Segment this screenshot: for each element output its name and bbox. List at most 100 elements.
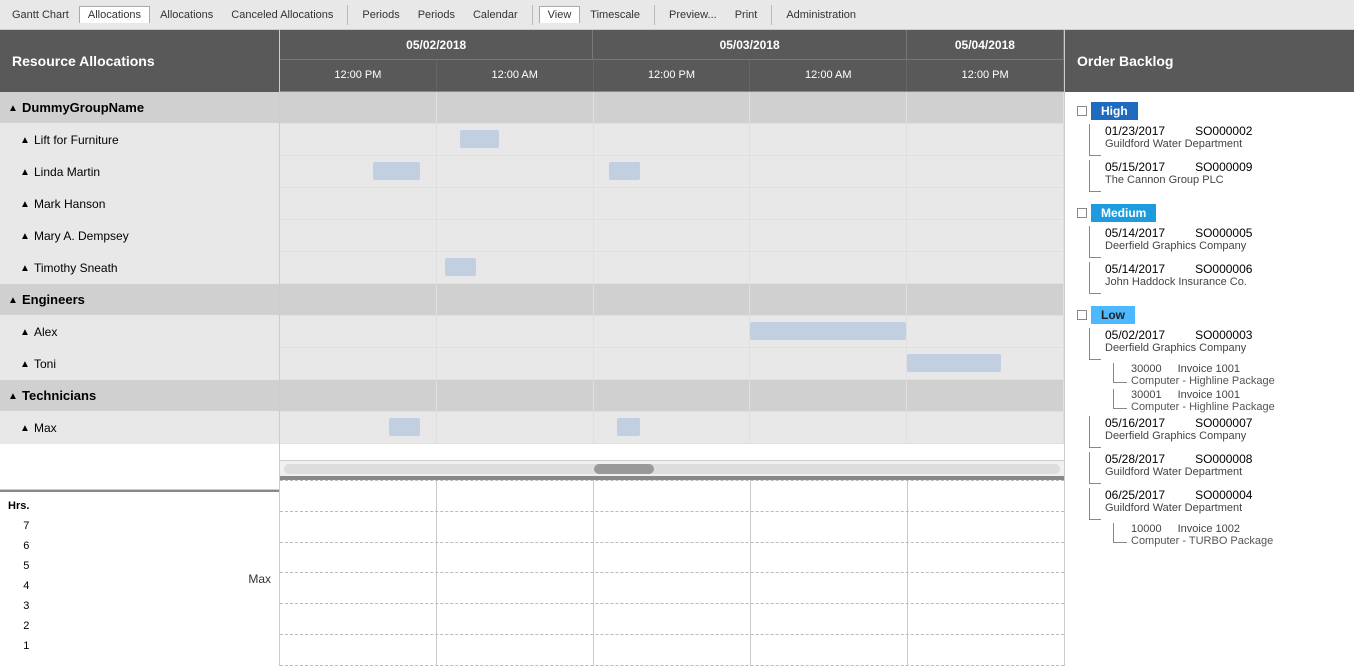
order-row-so000005[interactable]: 05/14/2017 SO000005 Deerfield Graphics C… xyxy=(1089,224,1346,260)
order-so: SO000004 xyxy=(1195,488,1252,502)
gantt-cell xyxy=(437,124,594,155)
gantt-area: 05/02/2018 05/03/2018 05/04/2018 12:00 P… xyxy=(280,30,1064,666)
tree-item-label: Lift for Furniture xyxy=(34,133,119,147)
order-so: SO000008 xyxy=(1195,452,1252,466)
view-btn[interactable]: View xyxy=(539,6,581,23)
gantt-cell xyxy=(907,412,1064,443)
gantt-cell xyxy=(594,220,751,251)
item-expand-icon: ▲ xyxy=(20,167,30,177)
bottom-gantt-inner xyxy=(280,480,1064,666)
chart-left-panel: Hrs. 7 6 5 4 3 2 1 Max xyxy=(0,492,279,666)
collapse-icon: ▲ xyxy=(8,295,18,305)
gantt-cell xyxy=(437,220,594,251)
gantt-cell xyxy=(907,284,1064,315)
order-row-so000004[interactable]: 06/25/2017 SO000004 Guildford Water Depa… xyxy=(1089,486,1346,522)
order-row-so000009[interactable]: 05/15/2017 SO000009 The Cannon Group PLC xyxy=(1089,158,1346,194)
preview-btn[interactable]: Preview... xyxy=(661,7,725,23)
order-so: SO000006 xyxy=(1195,262,1252,276)
order-row-so000007[interactable]: 05/16/2017 SO000007 Deerfield Graphics C… xyxy=(1089,414,1346,450)
gantt-row-mark-hanson xyxy=(280,188,1064,220)
group-label: Technicians xyxy=(22,388,96,403)
tree-item-mark-hanson[interactable]: ▲ Mark Hanson xyxy=(0,188,279,220)
order-row-so000008[interactable]: 05/28/2017 SO000008 Guildford Water Depa… xyxy=(1089,450,1346,486)
order-info: 01/23/2017 SO000002 Guildford Water Depa… xyxy=(1105,124,1252,150)
gantt-cell xyxy=(750,284,907,315)
resource-tree[interactable]: ▲ DummyGroupName ▲ Lift for Furniture ▲ … xyxy=(0,92,279,490)
gantt-time-0: 12:00 PM xyxy=(280,60,437,90)
gantt-cell xyxy=(594,188,751,219)
canceled-allocations-btn[interactable]: Canceled Allocations xyxy=(223,7,341,23)
y-axis-3: 3 xyxy=(23,596,29,616)
sub-item-30001: 30001 Invoice 1001 Computer - Highline P… xyxy=(1113,388,1346,414)
timescale-btn[interactable]: Timescale xyxy=(582,7,648,23)
backlog-content[interactable]: High 01/23/2017 SO000002 Guildford Water… xyxy=(1065,92,1354,666)
order-info: 05/28/2017 SO000008 Guildford Water Depa… xyxy=(1105,452,1252,478)
gantt-cell xyxy=(907,124,1064,155)
item-expand-icon: ▲ xyxy=(20,263,30,273)
sub-id: 10000 xyxy=(1131,523,1162,535)
tree-item-toni[interactable]: ▲ Toni xyxy=(0,348,279,380)
tree-item-alex[interactable]: ▲ Alex xyxy=(0,316,279,348)
gantt-cell xyxy=(750,92,907,123)
sub-desc: Computer - Highline Package xyxy=(1131,401,1275,413)
collapse-box-low[interactable] xyxy=(1077,310,1087,320)
order-so: SO000007 xyxy=(1195,416,1252,430)
gantt-time-4: 12:00 PM xyxy=(907,60,1064,90)
order-company: The Cannon Group PLC xyxy=(1105,174,1252,186)
group-technicians[interactable]: ▲ Technicians xyxy=(0,380,279,412)
group-dummygroupname[interactable]: ▲ DummyGroupName xyxy=(0,92,279,124)
gantt-chart-btn[interactable]: Gantt Chart xyxy=(4,7,77,23)
separator-3 xyxy=(654,5,655,25)
priority-medium-row: Medium xyxy=(1073,202,1346,224)
sub-invoice: Invoice 1001 xyxy=(1178,363,1240,375)
gantt-cell xyxy=(437,412,594,443)
tree-item-timothy-sneath[interactable]: ▲ Timothy Sneath xyxy=(0,252,279,284)
y-axis-7: 7 xyxy=(23,516,29,536)
tree-item-lift-for-furniture[interactable]: ▲ Lift for Furniture xyxy=(0,124,279,156)
allocations-btn-1[interactable]: Allocations xyxy=(79,6,150,23)
order-so: SO000003 xyxy=(1195,328,1252,342)
resource-allocations-header: Resource Allocations xyxy=(0,30,279,92)
gantt-cell xyxy=(594,92,751,123)
calendar-btn[interactable]: Calendar xyxy=(465,7,526,23)
collapse-box-medium[interactable] xyxy=(1077,208,1087,218)
gantt-dates-row: 05/02/2018 05/03/2018 05/04/2018 xyxy=(280,30,1064,60)
sub-item-info: 30000 Invoice 1001 Computer - Highline P… xyxy=(1131,363,1275,387)
print-btn[interactable]: Print xyxy=(727,7,766,23)
periods-btn-1[interactable]: Periods xyxy=(354,7,407,23)
gantt-hscrollbar-thumb[interactable] xyxy=(594,464,654,474)
tree-item-label: Max xyxy=(34,421,57,435)
order-row-so000006[interactable]: 05/14/2017 SO000006 John Haddock Insuran… xyxy=(1089,260,1346,296)
sub-item-30000: 30000 Invoice 1001 Computer - Highline P… xyxy=(1113,362,1346,388)
gantt-cell xyxy=(750,124,907,155)
tree-item-linda-martin[interactable]: ▲ Linda Martin xyxy=(0,156,279,188)
periods-btn-2[interactable]: Periods xyxy=(410,7,463,23)
chart-name: Max xyxy=(248,572,271,586)
gantt-cell xyxy=(280,220,437,251)
order-company: Deerfield Graphics Company xyxy=(1105,240,1252,252)
gantt-cell xyxy=(907,220,1064,251)
tree-item-max[interactable]: ▲ Max xyxy=(0,412,279,444)
priority-medium-badge: Medium xyxy=(1091,204,1156,222)
order-date: 05/16/2017 xyxy=(1105,416,1165,430)
administration-btn[interactable]: Administration xyxy=(778,7,864,23)
gantt-cell xyxy=(750,252,907,283)
collapse-box-high[interactable] xyxy=(1077,106,1087,116)
gantt-cell xyxy=(437,348,594,379)
gantt-rows[interactable] xyxy=(280,92,1064,460)
order-info: 05/02/2017 SO000003 Deerfield Graphics C… xyxy=(1105,328,1252,354)
tree-item-label: Alex xyxy=(34,325,57,339)
allocations-btn-2[interactable]: Allocations xyxy=(152,7,221,23)
group-engineers[interactable]: ▲ Engineers xyxy=(0,284,279,316)
left-panel: Resource Allocations ▲ DummyGroupName ▲ … xyxy=(0,30,280,666)
gantt-cell xyxy=(594,348,751,379)
gantt-cell xyxy=(280,124,437,155)
gantt-cell xyxy=(750,188,907,219)
order-row-so000003[interactable]: 05/02/2017 SO000003 Deerfield Graphics C… xyxy=(1089,326,1346,362)
order-row-so000002[interactable]: 01/23/2017 SO000002 Guildford Water Depa… xyxy=(1089,122,1346,158)
order-info: 06/25/2017 SO000004 Guildford Water Depa… xyxy=(1105,488,1252,514)
gantt-hscrollbar[interactable] xyxy=(284,464,1060,474)
tree-item-mary-dempsey[interactable]: ▲ Mary A. Dempsey xyxy=(0,220,279,252)
gantt-scrollbar-row[interactable] xyxy=(280,460,1064,476)
gantt-cell xyxy=(437,284,594,315)
